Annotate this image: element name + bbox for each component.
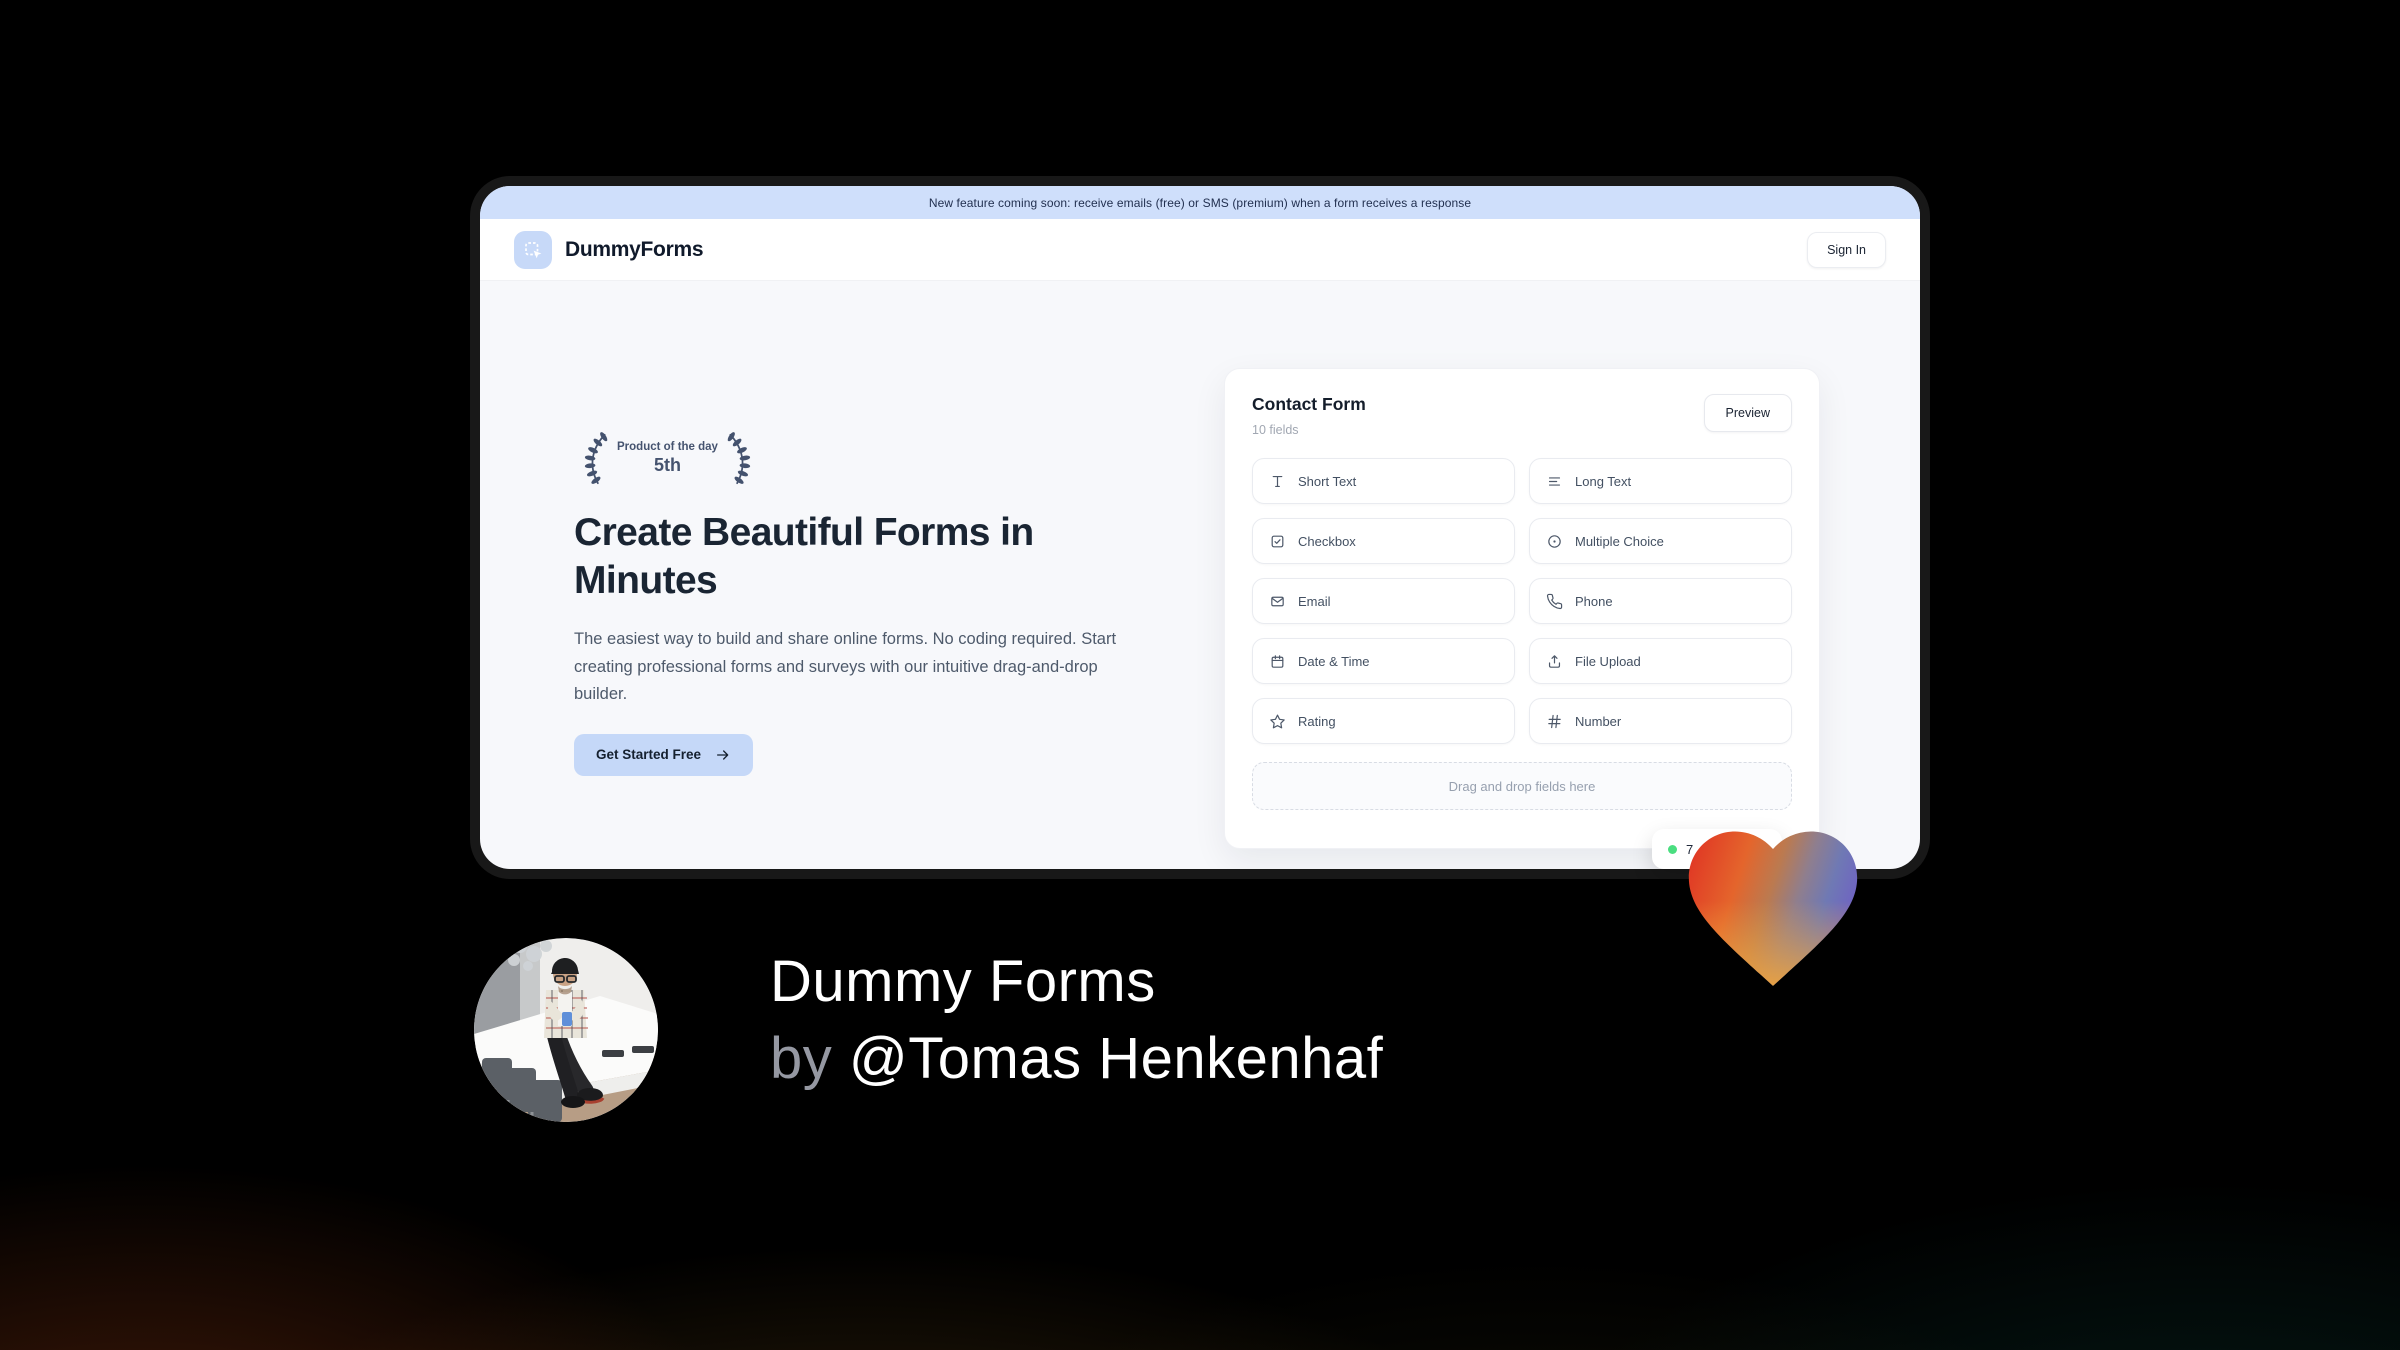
avatar <box>474 938 658 1122</box>
dashed-select-cursor-icon <box>521 238 545 262</box>
hero-description: The easiest way to build and share onlin… <box>574 630 1117 703</box>
sign-in-button[interactable]: Sign In <box>1807 231 1886 268</box>
multiple-choice-icon <box>1546 533 1563 550</box>
field-type-email[interactable]: Email <box>1252 578 1515 624</box>
form-builder-card: Contact Form 10 fields Preview Short Tex… <box>1224 368 1820 849</box>
card-heading: Contact Form 10 fields <box>1252 394 1366 437</box>
gradient-heart-logo <box>1672 810 1874 996</box>
page-title: Create Beautiful Forms in Minutes <box>574 511 1034 602</box>
brand-name: DummyForms <box>565 237 704 261</box>
site-header: DummyForms Sign In <box>480 219 1920 281</box>
laurel-left-icon <box>575 427 613 489</box>
arrow-right-icon <box>715 747 731 763</box>
award-title: Product of the day <box>617 440 718 453</box>
caption-byline: by @Tomas Henkenhaf <box>770 1020 1383 1097</box>
field-type-date-time[interactable]: Date & Time <box>1252 638 1515 684</box>
laurel-right-icon <box>722 427 760 489</box>
field-type-label: Date & Time <box>1298 653 1370 669</box>
field-type-label: Short Text <box>1298 473 1357 489</box>
phone-icon <box>1546 593 1563 610</box>
email-icon <box>1269 593 1286 610</box>
author-handle: @Tomas Henkenhaf <box>848 1026 1384 1091</box>
long-text-icon <box>1546 473 1563 490</box>
hero-copy: Product of the day 5th Create Beautiful … <box>574 427 1164 776</box>
byline-prefix: by <box>770 1026 849 1091</box>
field-type-short-text[interactable]: Short Text <box>1252 458 1515 504</box>
get-started-label: Get Started Free <box>596 747 702 762</box>
field-type-label: Email <box>1298 593 1331 609</box>
award-text: Product of the day 5th <box>617 441 718 476</box>
number-icon <box>1546 713 1563 730</box>
award-rank: 5th <box>653 454 681 475</box>
field-type-label: Checkbox <box>1298 533 1356 549</box>
hero-section: Product of the day 5th Create Beautiful … <box>480 281 1920 869</box>
field-count: 10 fields <box>1252 423 1299 437</box>
field-type-label: Phone <box>1575 593 1613 609</box>
drag-drop-label: Drag and drop fields here <box>1448 778 1596 794</box>
caption-title: Dummy Forms <box>770 949 1156 1014</box>
field-type-long-text[interactable]: Long Text <box>1529 458 1792 504</box>
image-caption: Dummy Forms by @Tomas Henkenhaf <box>770 943 1383 1097</box>
field-type-checkbox[interactable]: Checkbox <box>1252 518 1515 564</box>
field-type-rating[interactable]: Rating <box>1252 698 1515 744</box>
announcement-text: New feature coming soon: receive emails … <box>928 195 1472 210</box>
short-text-icon <box>1269 473 1286 490</box>
field-type-label: Long Text <box>1575 473 1632 489</box>
logo <box>514 230 552 269</box>
browser-window: New feature coming soon: receive emails … <box>480 186 1920 869</box>
checkbox-icon <box>1269 533 1286 550</box>
field-type-label: Rating <box>1298 713 1336 729</box>
announcement-banner: New feature coming soon: receive emails … <box>480 186 1920 219</box>
preview-button[interactable]: Preview <box>1703 394 1792 432</box>
field-type-label: Number <box>1575 713 1622 729</box>
field-type-file-upload[interactable]: File Upload <box>1529 638 1792 684</box>
get-started-button[interactable]: Get Started Free <box>574 733 754 776</box>
date-time-icon <box>1269 653 1286 670</box>
field-type-label: File Upload <box>1575 653 1641 669</box>
field-type-label: Multiple Choice <box>1575 533 1664 549</box>
field-type-list: Short Text Long Text Checkbox Multiple C… <box>1252 458 1792 744</box>
field-type-number[interactable]: Number <box>1529 698 1792 744</box>
form-title: Contact Form <box>1252 394 1366 414</box>
rating-icon <box>1269 713 1286 730</box>
file-upload-icon <box>1546 653 1563 670</box>
field-type-multiple-choice[interactable]: Multiple Choice <box>1529 518 1792 564</box>
field-type-phone[interactable]: Phone <box>1529 578 1792 624</box>
product-of-the-day-badge: Product of the day 5th <box>575 427 751 489</box>
drag-drop-zone[interactable]: Drag and drop fields here <box>1252 762 1792 810</box>
